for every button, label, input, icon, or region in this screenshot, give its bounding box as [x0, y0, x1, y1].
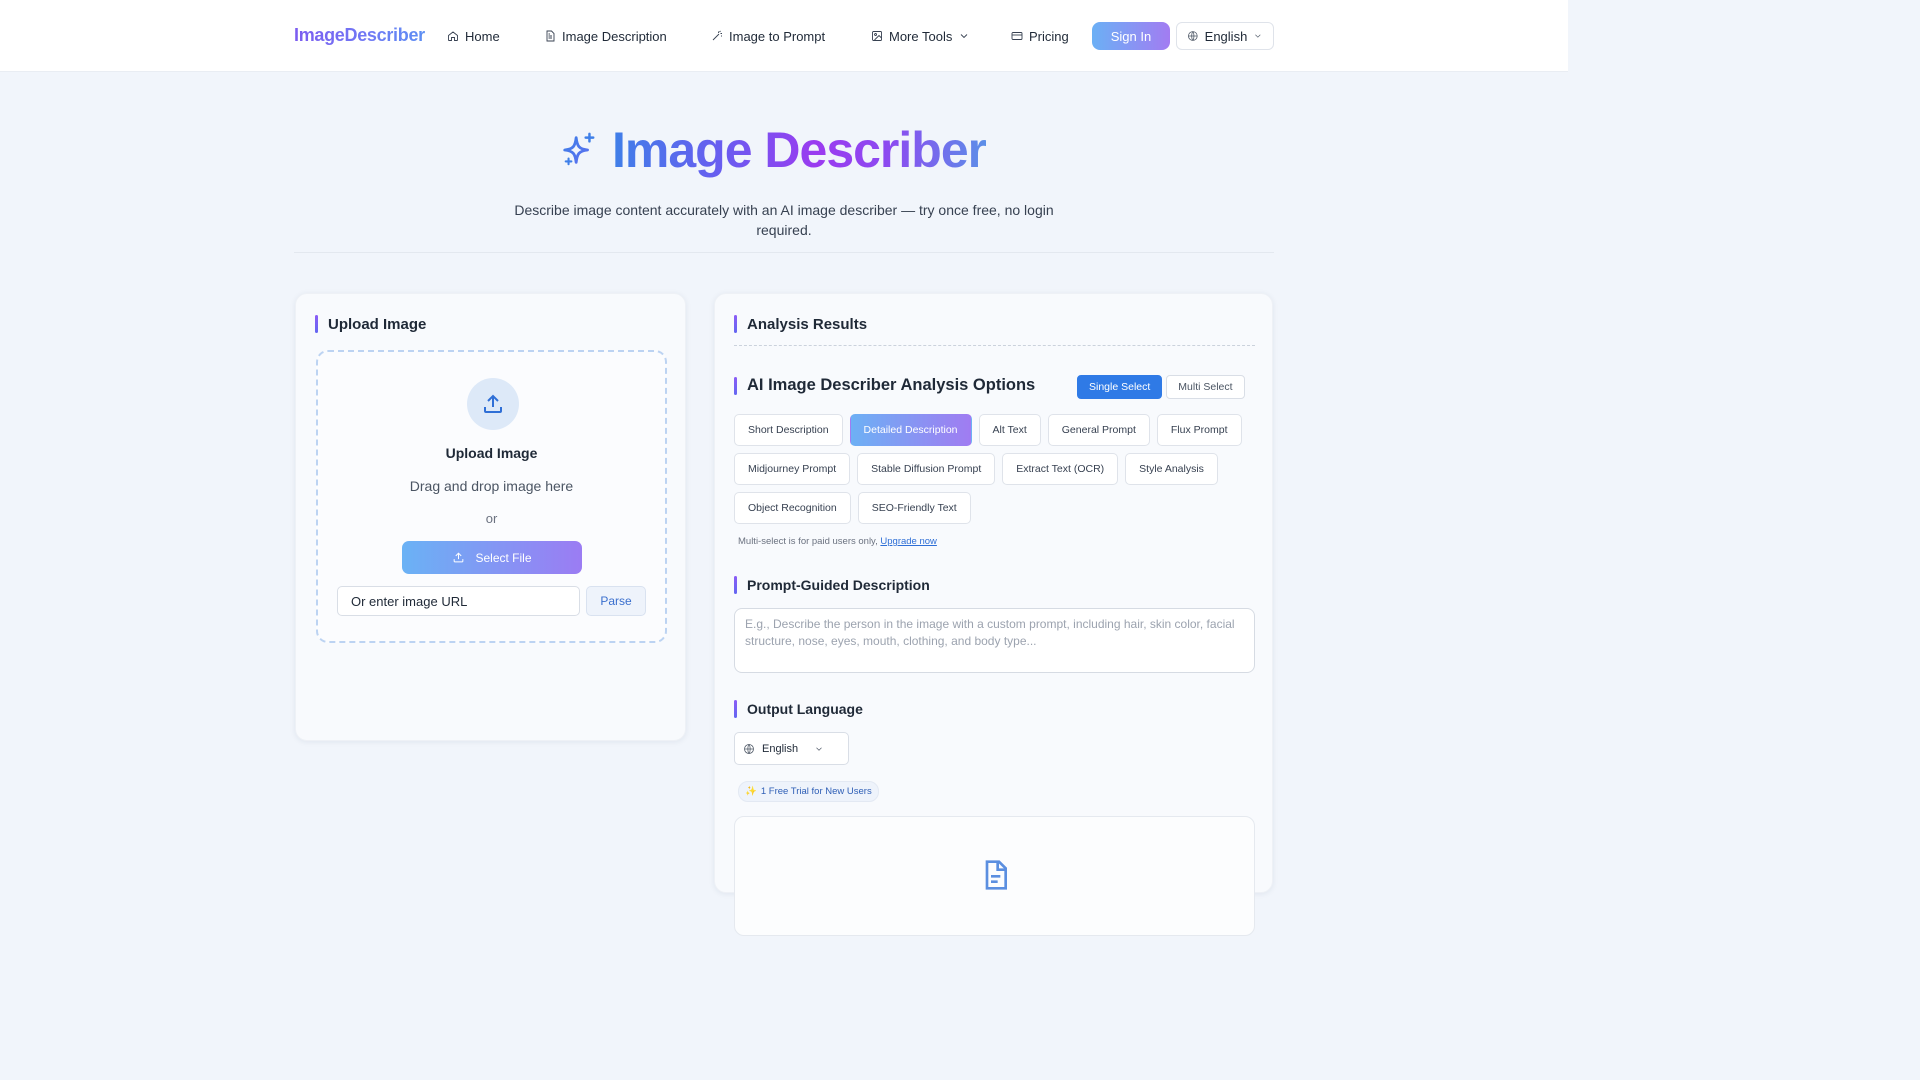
upload-icon	[454, 552, 464, 563]
analysis-option-chip[interactable]: Object Recognition	[734, 492, 851, 524]
nav-image-to-prompt[interactable]: Image to Prompt	[711, 27, 825, 45]
results-divider	[734, 345, 1255, 346]
upload-icon	[484, 394, 502, 413]
file-text-icon	[985, 860, 1007, 890]
select-file-button[interactable]: Select File	[402, 541, 582, 574]
options-heading-text: AI Image Describer Analysis Options	[747, 376, 1036, 394]
nav-image-to-prompt-label: Image to Prompt	[729, 28, 826, 44]
chevron-down-icon	[961, 34, 968, 39]
output-language-select[interactable]: English	[734, 732, 849, 765]
dropzone-drag-text: Drag and drop image here	[409, 478, 574, 494]
analysis-option-chip[interactable]: Alt Text	[978, 414, 1041, 446]
upload-dropzone[interactable]: Upload Image Drag and drop image here or…	[316, 350, 667, 643]
free-trial-text: 1 Free Trial for New Users	[760, 786, 872, 797]
language-select-value: English	[1204, 28, 1248, 44]
multi-select-toggle[interactable]: Multi Select	[1166, 375, 1245, 399]
analysis-option-chip[interactable]: SEO-Friendly Text	[857, 492, 971, 524]
analysis-option-chip[interactable]: Midjourney Prompt	[734, 453, 851, 485]
results-heading: Analysis Results	[734, 315, 867, 333]
results-card: Analysis Results AI Image Describer Anal…	[714, 293, 1273, 936]
custom-prompt-textarea[interactable]	[734, 608, 1255, 673]
analysis-option-chip[interactable]: Short Description	[734, 414, 843, 446]
nav-home[interactable]: Home	[447, 27, 500, 45]
upload-heading: Upload Image	[315, 315, 426, 333]
nav-pricing-label: Pricing	[1029, 28, 1069, 44]
select-file-label: Select File	[475, 550, 532, 565]
sign-in-button[interactable]: Sign In	[1092, 22, 1170, 50]
nav-more-tools[interactable]: More Tools	[871, 27, 970, 45]
hero-title: Image Describer	[560, 120, 987, 180]
analysis-option-chip[interactable]: Flux Prompt	[1156, 414, 1242, 446]
heading-accent-bar	[734, 315, 737, 333]
output-language-heading-text: Output Language	[747, 701, 863, 717]
analysis-option-chip[interactable]: Stable Diffusion Prompt	[857, 453, 996, 485]
globe-icon	[744, 743, 754, 754]
output-language-value: English	[762, 742, 799, 755]
nav-pricing[interactable]: Pricing	[1011, 27, 1069, 45]
result-output-box	[734, 816, 1255, 936]
hero-divider	[294, 252, 1274, 253]
multi-select-note-text: Multi-select is for paid users only,	[738, 536, 878, 547]
sparkle-icon	[563, 132, 595, 166]
home-icon	[448, 31, 458, 41]
image-icon	[872, 31, 882, 41]
output-language-heading: Output Language	[734, 700, 863, 718]
heading-accent-bar	[315, 315, 318, 333]
analysis-options: Short Description Detailed Description Alt…	[734, 414, 1259, 524]
analysis-option-chip[interactable]: Style Analysis	[1125, 453, 1218, 485]
globe-icon	[1188, 31, 1198, 41]
select-mode-toggle: Single Select Multi Select	[1077, 375, 1245, 399]
parse-button[interactable]: Parse	[586, 586, 646, 616]
image-url-input[interactable]	[337, 586, 580, 616]
dropzone-or-text: or	[485, 511, 498, 526]
card-icon	[1011, 32, 1023, 40]
heading-accent-bar	[734, 376, 737, 395]
options-heading: AI Image Describer Analysis Options	[734, 376, 1035, 395]
magic-wand-icon	[712, 30, 722, 41]
upload-icon-circle	[467, 378, 519, 430]
hero-title-text: Image Describer	[612, 122, 987, 178]
analysis-option-chip[interactable]: Extract Text (OCR)	[1002, 453, 1119, 485]
multi-select-note: Multi-select is for paid users only, Upg…	[738, 536, 937, 547]
upload-heading-text: Upload Image	[328, 315, 427, 333]
upgrade-link[interactable]: Upgrade now	[880, 536, 937, 547]
heading-accent-bar	[734, 576, 737, 594]
free-trial-badge: ✨ 1 Free Trial for New Users	[738, 781, 879, 802]
prompt-heading: Prompt-Guided Description	[734, 576, 930, 594]
dropzone-title: Upload Image	[445, 445, 538, 461]
sparkles-icon: ✨	[745, 786, 757, 797]
upload-card: Upload Image Upload Image Drag and drop …	[295, 293, 686, 741]
nav-home-label: Home	[465, 28, 500, 44]
analysis-option-chip[interactable]: Detailed Description	[849, 414, 972, 446]
prompt-heading-text: Prompt-Guided Description	[747, 577, 930, 593]
analysis-option-chip[interactable]: General Prompt	[1047, 414, 1150, 446]
chevron-down-icon	[816, 747, 822, 751]
nav-image-description[interactable]: Image Description	[544, 27, 667, 45]
nav-image-description-label: Image Description	[562, 28, 667, 44]
document-icon	[546, 30, 555, 42]
results-heading-text: Analysis Results	[747, 315, 868, 333]
site-logo[interactable]: ImageDescriber	[294, 25, 425, 46]
language-select[interactable]: English	[1176, 22, 1274, 50]
heading-accent-bar	[734, 700, 737, 718]
chevron-down-icon	[1255, 34, 1261, 38]
nav-more-tools-label: More Tools	[889, 28, 953, 44]
top-navbar: ImageDescriber Home Image Description Im…	[0, 0, 1568, 72]
hero-subtitle: Describe image content accurately with a…	[514, 202, 1054, 238]
single-select-toggle[interactable]: Single Select	[1077, 375, 1163, 399]
